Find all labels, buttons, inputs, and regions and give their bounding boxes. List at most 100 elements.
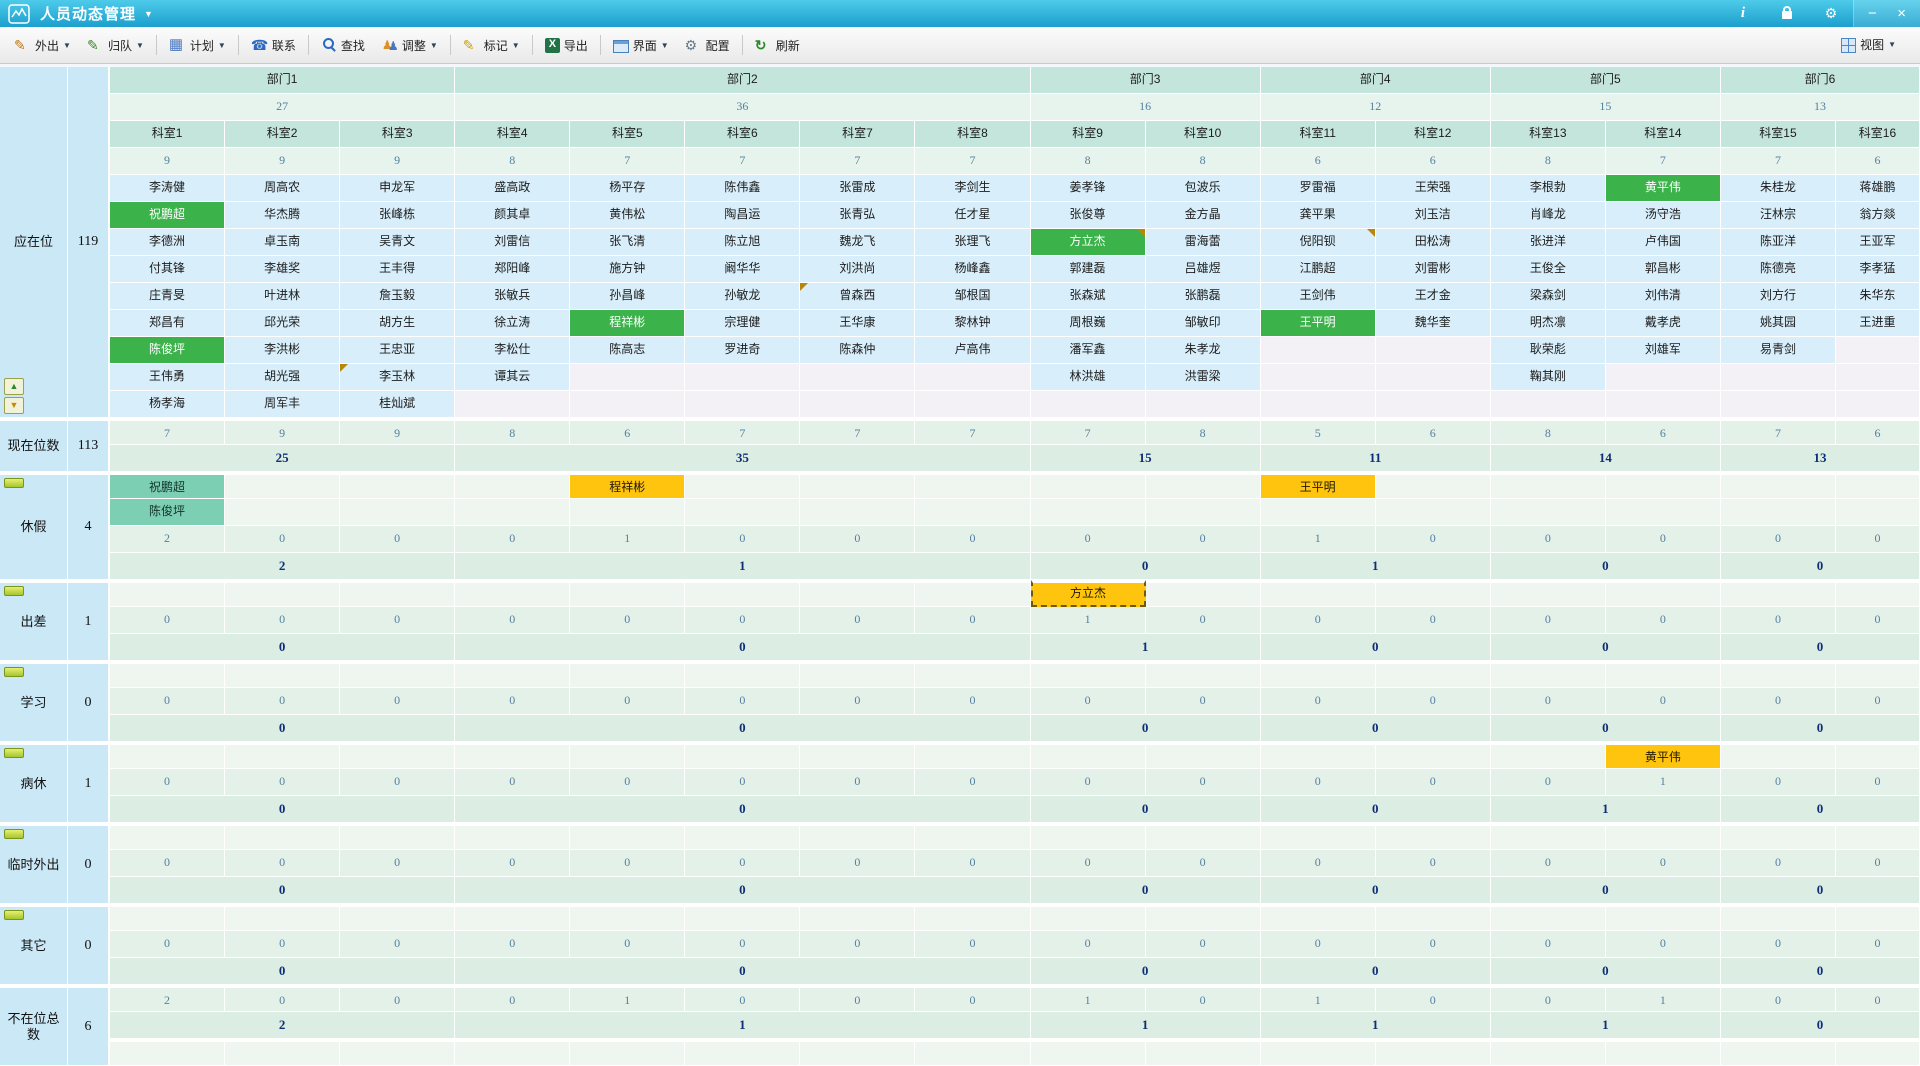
roster-cell[interactable]: 刘雄军 <box>1606 337 1721 364</box>
roster-cell[interactable]: 明杰凛 <box>1491 310 1606 337</box>
roster-cell[interactable]: 魏华奎 <box>1376 310 1491 337</box>
roster-cell[interactable]: 李德洲 <box>110 229 225 256</box>
roster-cell[interactable]: 黄平伟 <box>1606 175 1721 202</box>
roster-cell[interactable]: 刘雷信 <box>455 229 570 256</box>
toolbar-button-excel[interactable]: 导出 <box>537 33 596 58</box>
lock-icon[interactable] <box>1765 6 1809 22</box>
roster-cell[interactable]: 黄伟松 <box>570 202 685 229</box>
roster-cell[interactable]: 祝鹏超 <box>110 202 225 229</box>
roster-cell[interactable]: 王平明 <box>1261 310 1376 337</box>
roster-cell[interactable]: 张敏兵 <box>455 283 570 310</box>
roster-cell[interactable]: 李松仕 <box>455 337 570 364</box>
roster-cell[interactable]: 罗雷福 <box>1261 175 1376 202</box>
gear-icon[interactable]: ⚙ <box>1809 5 1853 22</box>
roster-cell[interactable]: 朱桂龙 <box>1721 175 1836 202</box>
roster-cell[interactable]: 蒋雄鹏 <box>1836 175 1920 202</box>
roster-cell[interactable]: 李剑生 <box>915 175 1030 202</box>
roster-cell[interactable]: 田松涛 <box>1376 229 1491 256</box>
roster-cell[interactable]: 卢高伟 <box>915 337 1030 364</box>
roster-cell[interactable]: 桂灿斌 <box>340 391 455 418</box>
roster-cell[interactable]: 王俊全 <box>1491 256 1606 283</box>
roster-cell[interactable]: 翁方燚 <box>1836 202 1920 229</box>
roster-cell[interactable]: 陶昌运 <box>685 202 800 229</box>
roster-cell[interactable]: 孙敏龙 <box>685 283 800 310</box>
status-name-cell-vacation[interactable]: 王平明 <box>1261 472 1376 499</box>
toolbar-button-contact[interactable]: 联系 <box>243 33 304 58</box>
roster-cell[interactable]: 王伟勇 <box>110 364 225 391</box>
roster-cell[interactable]: 李洪彬 <box>225 337 340 364</box>
status-name-cell-vacation[interactable]: 祝鹏超 <box>110 472 225 499</box>
roster-cell[interactable]: 王进重 <box>1836 310 1920 337</box>
roster-cell[interactable]: 刘伟清 <box>1606 283 1721 310</box>
roster-cell[interactable]: 庄青旻 <box>110 283 225 310</box>
roster-cell[interactable]: 卓玉南 <box>225 229 340 256</box>
roster-cell[interactable]: 戴孝虎 <box>1606 310 1721 337</box>
roster-cell[interactable]: 雷海蕾 <box>1146 229 1261 256</box>
toolbar-button-edit-out[interactable]: 外出▼ <box>6 33 79 58</box>
collapse-toggle-icon[interactable] <box>4 478 24 488</box>
roster-cell[interactable]: 朱孝龙 <box>1146 337 1261 364</box>
roster-cell[interactable]: 杨平存 <box>570 175 685 202</box>
roster-cell[interactable]: 陈森仲 <box>800 337 915 364</box>
roster-cell[interactable]: 胡方生 <box>340 310 455 337</box>
roster-cell[interactable]: 郑阳峰 <box>455 256 570 283</box>
roster-cell[interactable]: 叶进林 <box>225 283 340 310</box>
toolbar-button-window[interactable]: 界面▼ <box>605 33 677 58</box>
roster-cell[interactable]: 潘军鑫 <box>1031 337 1146 364</box>
roster-cell[interactable]: 张俊尊 <box>1031 202 1146 229</box>
roster-cell[interactable]: 王剑伟 <box>1261 283 1376 310</box>
roster-cell[interactable]: 吴青文 <box>340 229 455 256</box>
roster-cell[interactable]: 张理飞 <box>915 229 1030 256</box>
status-name-cell-vacation[interactable]: 陈俊坪 <box>110 499 225 526</box>
roster-cell[interactable]: 李雄奖 <box>225 256 340 283</box>
roster-cell[interactable]: 谭其云 <box>455 364 570 391</box>
roster-cell[interactable]: 任才星 <box>915 202 1030 229</box>
collapse-toggle-icon[interactable] <box>4 829 24 839</box>
roster-cell[interactable]: 梁森剑 <box>1491 283 1606 310</box>
roster-cell[interactable]: 耿荣彪 <box>1491 337 1606 364</box>
roster-cell[interactable]: 汤守浩 <box>1606 202 1721 229</box>
roster-cell[interactable]: 周高农 <box>225 175 340 202</box>
roster-cell[interactable]: 詹玉毅 <box>340 283 455 310</box>
status-name-cell-sick[interactable]: 黄平伟 <box>1606 742 1721 769</box>
roster-cell[interactable]: 程祥彬 <box>570 310 685 337</box>
collapse-toggle-icon[interactable] <box>4 748 24 758</box>
roster-cell[interactable]: 姜孝锋 <box>1031 175 1146 202</box>
toolbar-button-config[interactable]: 配置 <box>677 33 738 58</box>
minimize-button[interactable]: − <box>1861 0 1883 27</box>
toolbar-button-edit-in[interactable]: 归队▼ <box>79 33 152 58</box>
status-name-cell-vacation[interactable]: 程祥彬 <box>570 472 685 499</box>
info-icon[interactable]: i <box>1721 5 1765 22</box>
roster-cell[interactable]: 邹根国 <box>915 283 1030 310</box>
roster-cell[interactable]: 倪阳钡 <box>1261 229 1376 256</box>
roster-cell[interactable]: 张鹏磊 <box>1146 283 1261 310</box>
roster-cell[interactable]: 金方晶 <box>1146 202 1261 229</box>
roster-cell[interactable]: 陈亚洋 <box>1721 229 1836 256</box>
scroll-up-button[interactable]: ▲ <box>4 378 24 395</box>
roster-cell[interactable]: 王亚军 <box>1836 229 1920 256</box>
roster-cell[interactable]: 周军丰 <box>225 391 340 418</box>
roster-cell[interactable]: 王才金 <box>1376 283 1491 310</box>
roster-cell[interactable]: 汪林宗 <box>1721 202 1836 229</box>
toolbar-button-search[interactable]: 查找 <box>313 33 373 58</box>
roster-cell[interactable]: 王华康 <box>800 310 915 337</box>
toolbar-button-plan[interactable]: 计划▼ <box>161 33 234 58</box>
roster-cell[interactable]: 施方钟 <box>570 256 685 283</box>
toolbar-button-adjust[interactable]: 调整▼ <box>373 33 446 58</box>
collapse-toggle-icon[interactable] <box>4 667 24 677</box>
roster-cell[interactable]: 陈立旭 <box>685 229 800 256</box>
roster-cell[interactable]: 杨峰鑫 <box>915 256 1030 283</box>
roster-cell[interactable]: 刘雷彬 <box>1376 256 1491 283</box>
roster-cell[interactable]: 付其锋 <box>110 256 225 283</box>
roster-cell[interactable]: 吕雄煜 <box>1146 256 1261 283</box>
roster-cell[interactable]: 张进洋 <box>1491 229 1606 256</box>
roster-cell[interactable]: 刘洪尚 <box>800 256 915 283</box>
roster-cell[interactable]: 曾森西 <box>800 283 915 310</box>
roster-cell[interactable]: 魏龙飞 <box>800 229 915 256</box>
roster-cell[interactable]: 陈伟鑫 <box>685 175 800 202</box>
roster-cell[interactable]: 王丰得 <box>340 256 455 283</box>
roster-cell[interactable]: 盛高政 <box>455 175 570 202</box>
roster-cell[interactable]: 朱华东 <box>1836 283 1920 310</box>
roster-cell[interactable]: 郑昌有 <box>110 310 225 337</box>
roster-cell[interactable]: 黎林钟 <box>915 310 1030 337</box>
